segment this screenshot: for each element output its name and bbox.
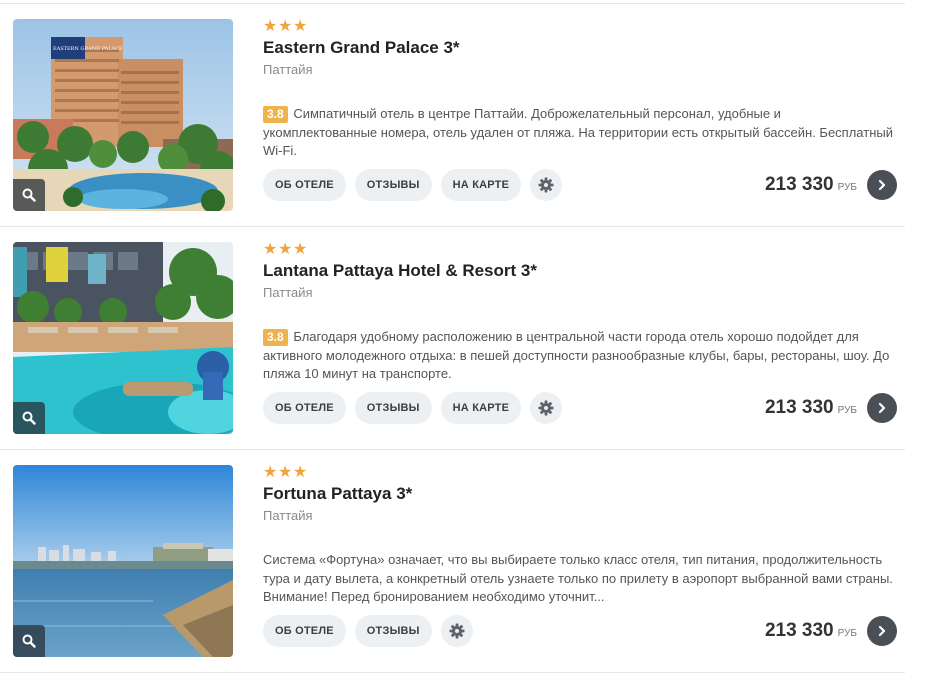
zoom-button[interactable]: [13, 625, 45, 657]
reviews-button[interactable]: ОТЗЫВЫ: [354, 615, 432, 647]
chevron-right-icon: [878, 179, 886, 191]
rating-badge: 3.8: [263, 106, 288, 123]
search-icon: [22, 634, 36, 648]
star-icon: ★: [263, 18, 279, 35]
chevron-right-icon: [878, 402, 886, 414]
hotel-photo[interactable]: [13, 242, 233, 434]
search-icon: [22, 188, 36, 202]
star-icon: ★: [278, 18, 294, 35]
hotel-city: Паттайя: [263, 285, 313, 300]
hotel-info: ★★★ Eastern Grand Palace 3* Паттайя 3.8 …: [263, 18, 903, 158]
hotel-description: 3.8 Симпатичный отель в центре Паттайи. …: [263, 105, 898, 161]
star-rating: ★★★: [263, 241, 903, 259]
on-map-button[interactable]: НА КАРТЕ: [440, 392, 522, 424]
star-icon: ★: [263, 241, 279, 258]
hotel-list: EASTERN GRAND PALACE ★★★ Eastern Grand P…: [0, 0, 936, 674]
price-value: 213 330: [764, 397, 834, 418]
description-text: Система «Фортуна» означает, что вы выбир…: [263, 552, 893, 604]
open-hotel-button[interactable]: [867, 170, 897, 200]
star-icon: ★: [293, 464, 309, 481]
hotel-info: ★★★ Lantana Pattaya Hotel & Resort 3* Па…: [263, 241, 903, 381]
zoom-button[interactable]: [13, 179, 45, 211]
hotel-actions: ОБ ОТЕЛЕ ОТЗЫВЫ НА КАРТЕ: [263, 392, 563, 424]
gear-icon: [538, 400, 554, 416]
price-value: 213 330: [764, 620, 834, 641]
hotel-actions: ОБ ОТЕЛЕ ОТЗЫВЫ НА КАРТЕ: [263, 169, 563, 201]
description-text: Симпатичный отель в центре Паттайи. Добр…: [263, 106, 893, 158]
settings-button[interactable]: [530, 392, 563, 424]
gear-icon: [449, 623, 465, 639]
price: 213 330 РУБ: [765, 394, 857, 422]
star-icon: ★: [293, 18, 309, 35]
star-rating: ★★★: [263, 464, 903, 482]
price: 213 330 РУБ: [765, 171, 857, 199]
search-icon: [22, 411, 36, 425]
rating-badge: 3.8: [263, 329, 288, 346]
price: 213 330 РУБ: [765, 617, 857, 645]
price-currency: РУБ: [837, 628, 857, 639]
chevron-right-icon: [878, 625, 886, 637]
hotel-city: Паттайя: [263, 62, 313, 77]
hotel-description: Система «Фортуна» означает, что вы выбир…: [263, 551, 898, 607]
gear-icon: [538, 177, 554, 193]
hotel-card: EASTERN GRAND PALACE ★★★ Eastern Grand P…: [0, 4, 905, 227]
open-hotel-button[interactable]: [867, 393, 897, 423]
hotel-card: ★★★ Lantana Pattaya Hotel & Resort 3* Па…: [0, 227, 905, 450]
about-hotel-button[interactable]: ОБ ОТЕЛЕ: [263, 169, 346, 201]
photo-sign: EASTERN GRAND PALACE: [53, 46, 123, 52]
open-hotel-button[interactable]: [867, 616, 897, 646]
star-icon: ★: [278, 464, 294, 481]
hotel-name[interactable]: Eastern Grand Palace 3*: [263, 37, 903, 59]
about-hotel-button[interactable]: ОБ ОТЕЛЕ: [263, 392, 346, 424]
description-text: Благодаря удобному расположению в центра…: [263, 329, 890, 381]
price-currency: РУБ: [837, 405, 857, 416]
hotel-info: ★★★ Fortuna Pattaya 3* Паттайя Система «…: [263, 464, 903, 604]
hotel-photo[interactable]: [13, 465, 233, 657]
hotel-description: 3.8 Благодаря удобному расположению в це…: [263, 328, 898, 384]
on-map-button[interactable]: НА КАРТЕ: [440, 169, 522, 201]
reviews-button[interactable]: ОТЗЫВЫ: [354, 169, 432, 201]
hotel-name[interactable]: Lantana Pattaya Hotel & Resort 3*: [263, 260, 903, 282]
hotel-card: ★★★ Fortuna Pattaya 3* Паттайя Система «…: [0, 450, 905, 673]
star-icon: ★: [278, 241, 294, 258]
star-icon: ★: [293, 241, 309, 258]
hotel-city: Паттайя: [263, 508, 313, 523]
price-value: 213 330: [764, 174, 834, 195]
about-hotel-button[interactable]: ОБ ОТЕЛЕ: [263, 615, 346, 647]
settings-button[interactable]: [440, 615, 473, 647]
hotel-name[interactable]: Fortuna Pattaya 3*: [263, 483, 903, 505]
settings-button[interactable]: [530, 169, 563, 201]
divider: [0, 672, 905, 673]
hotel-photo[interactable]: EASTERN GRAND PALACE: [13, 19, 233, 211]
price-currency: РУБ: [837, 182, 857, 193]
hotel-actions: ОБ ОТЕЛЕ ОТЗЫВЫ: [263, 615, 473, 647]
star-icon: ★: [263, 464, 279, 481]
zoom-button[interactable]: [13, 402, 45, 434]
star-rating: ★★★: [263, 18, 903, 36]
reviews-button[interactable]: ОТЗЫВЫ: [354, 392, 432, 424]
